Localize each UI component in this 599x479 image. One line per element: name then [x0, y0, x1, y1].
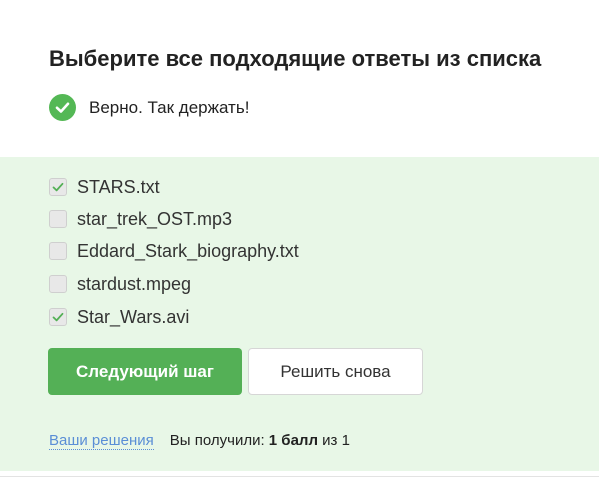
- checkbox[interactable]: [49, 178, 67, 196]
- feedback-message: Верно. Так держать!: [49, 94, 249, 121]
- option-label: Star_Wars.avi: [77, 306, 190, 327]
- checkbox[interactable]: [49, 242, 67, 260]
- divider: [0, 476, 599, 477]
- checkbox[interactable]: [49, 308, 67, 326]
- option-item[interactable]: star_trek_OST.mp3: [49, 208, 232, 230]
- option-item[interactable]: Star_Wars.avi: [49, 306, 189, 328]
- option-label: Eddard_Stark_biography.txt: [77, 240, 299, 261]
- result-line: Ваши решения Вы получили: 1 балл из 1: [49, 432, 350, 450]
- score-suffix: из 1: [322, 432, 350, 449]
- option-label: star_trek_OST.mp3: [77, 208, 233, 229]
- next-step-button[interactable]: Следующий шаг: [48, 348, 242, 395]
- option-label: stardust.mpeg: [77, 273, 192, 294]
- your-solutions-link[interactable]: Ваши решения: [49, 432, 154, 450]
- question-title: Выберите все подходящие ответы из списка: [49, 46, 542, 71]
- checkmark-icon: [52, 312, 64, 322]
- step-page: Выберите все подходящие ответы из списка…: [0, 0, 599, 479]
- check-circle-icon: [49, 94, 76, 121]
- checkmark-icon: [52, 182, 64, 192]
- score-text: Вы получили: 1 балл из 1: [170, 432, 350, 449]
- option-item[interactable]: stardust.mpeg: [49, 273, 191, 295]
- option-label: STARS.txt: [77, 176, 160, 197]
- feedback-text: Верно. Так держать!: [89, 97, 250, 117]
- option-item[interactable]: Eddard_Stark_biography.txt: [49, 240, 299, 262]
- checkbox[interactable]: [49, 275, 67, 293]
- checkbox[interactable]: [49, 210, 67, 228]
- solve-again-button[interactable]: Решить снова: [248, 348, 423, 395]
- score-value: 1 балл: [268, 432, 318, 449]
- score-prefix: Вы получили:: [169, 432, 265, 449]
- option-item[interactable]: STARS.txt: [49, 176, 160, 198]
